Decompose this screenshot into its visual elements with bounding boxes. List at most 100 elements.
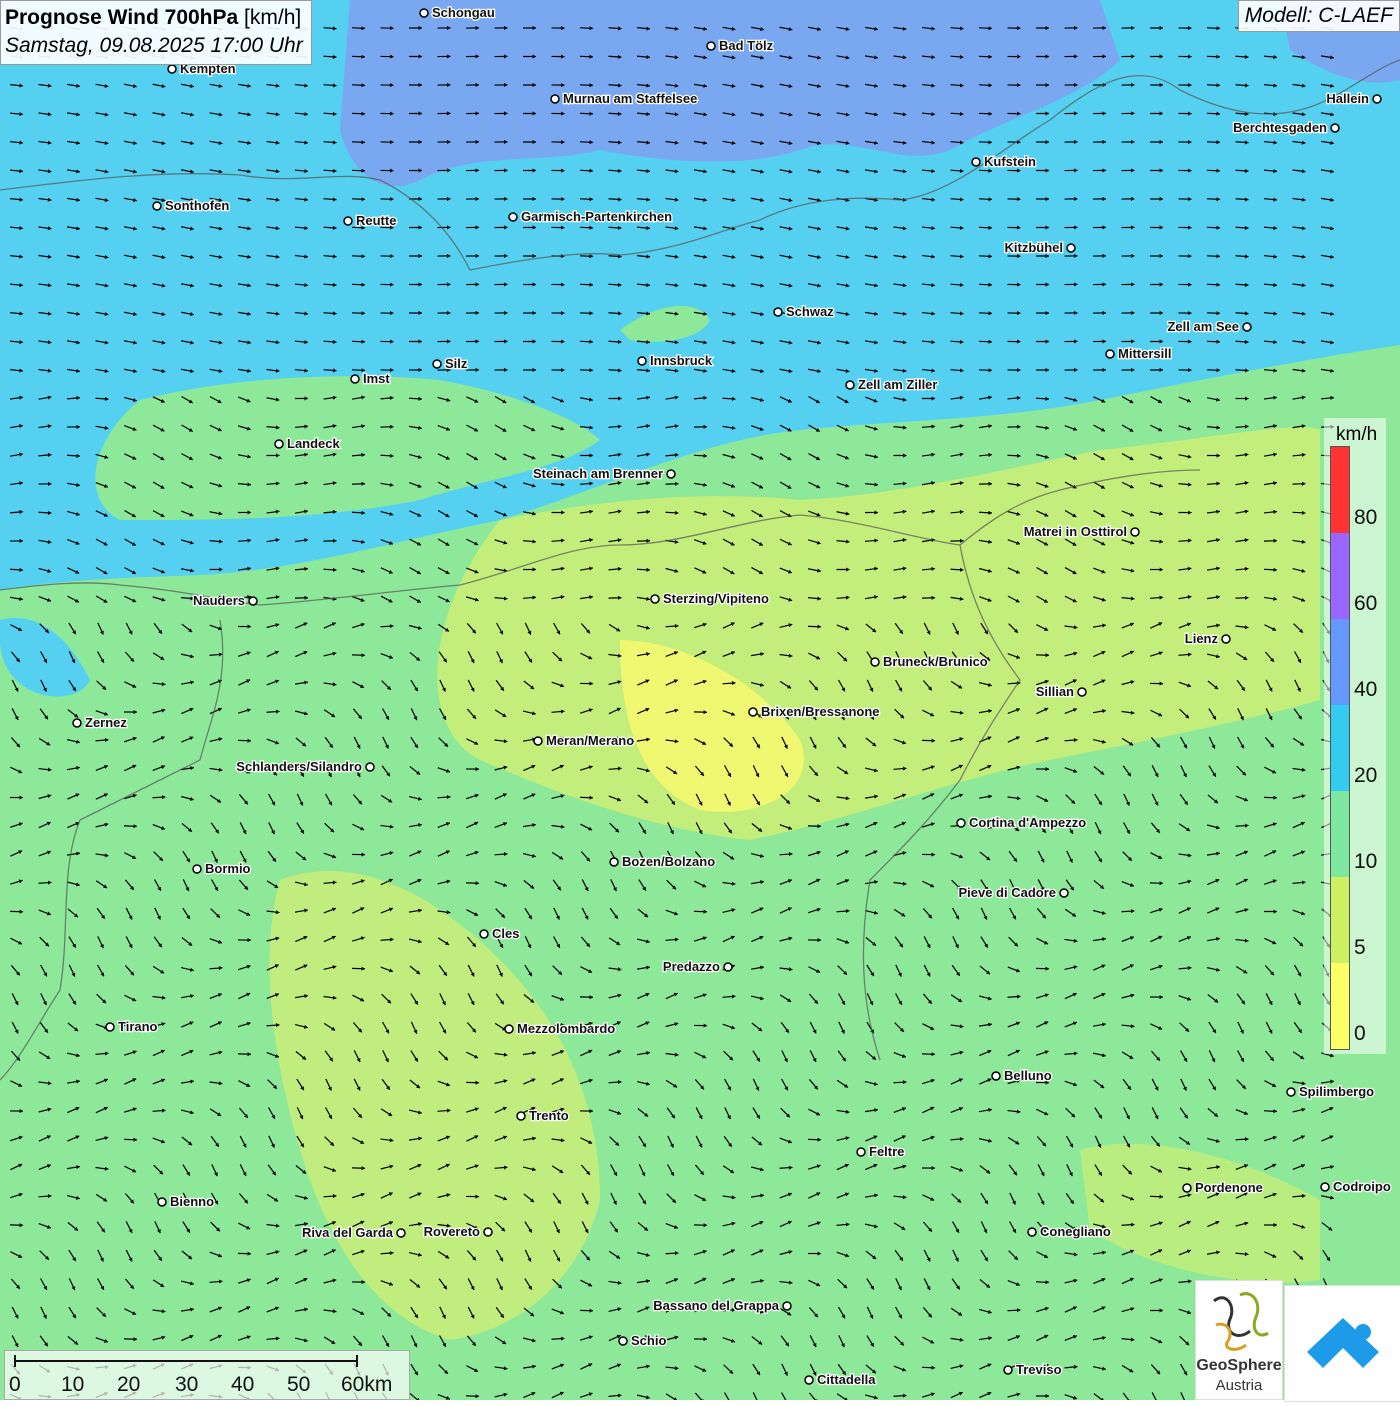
city-dot <box>846 381 854 389</box>
geosphere-name: GeoSphere <box>1196 1357 1282 1375</box>
city-label: Zernez <box>85 715 127 730</box>
city-dot <box>667 470 675 478</box>
city-marker: Bassano del Grappa <box>653 1298 791 1313</box>
city-label: Schio <box>631 1333 666 1348</box>
map-title-unit: [km/h] <box>238 6 301 29</box>
legend-segment <box>1331 877 1349 963</box>
city-dot <box>517 1112 525 1120</box>
legend-label: 60 <box>1354 592 1377 616</box>
city-label: Berchtesgaden <box>1233 120 1327 135</box>
city-dot <box>158 1198 166 1206</box>
city-dot <box>871 658 879 666</box>
city-label: Innsbruck <box>650 353 713 368</box>
city-dot <box>551 95 559 103</box>
city-label: Sonthofen <box>165 198 229 213</box>
city-dot <box>1028 1228 1036 1236</box>
city-label: Brixen/Bressanone <box>761 704 880 719</box>
city-dot <box>1222 635 1230 643</box>
city-marker: Cortina d'Ampezzo <box>957 815 1086 830</box>
city-dot <box>351 375 359 383</box>
city-marker: Murnau am Staffelsee <box>551 91 697 106</box>
city-dot <box>1060 889 1068 897</box>
city-marker: Bozen/Bolzano <box>610 854 715 869</box>
scale-label: 20 <box>117 1373 140 1397</box>
city-dot <box>344 217 352 225</box>
legend-color-bar <box>1330 446 1350 1050</box>
city-dot <box>1131 528 1139 536</box>
legend-segment <box>1331 963 1349 1049</box>
city-dot <box>749 708 757 716</box>
city-dot <box>857 1148 865 1156</box>
city-marker: Berchtesgaden <box>1233 120 1339 135</box>
city-dot <box>992 1072 1000 1080</box>
city-dot <box>774 308 782 316</box>
city-label: Bruneck/Brunico <box>883 654 988 669</box>
city-label: Schongau <box>432 5 495 20</box>
city-dot <box>1067 244 1075 252</box>
weather-app-logo[interactable] <box>1284 1285 1400 1402</box>
city-dot <box>724 963 732 971</box>
city-label: Garmisch-Partenkirchen <box>521 209 672 224</box>
scale-label: 40 <box>231 1373 254 1397</box>
city-marker: Brixen/Bressanone <box>749 704 880 719</box>
legend-segment <box>1331 619 1349 705</box>
city-label: Belluno <box>1004 1068 1052 1083</box>
scale-label: 0 <box>9 1373 21 1397</box>
city-marker: Mezzolombardo <box>505 1021 615 1036</box>
city-dot <box>638 357 646 365</box>
map-title-box: Prognose Wind 700hPa [km/h] Samstag, 09.… <box>0 0 312 65</box>
scale-bar-line <box>5 1351 409 1371</box>
city-label: Bormio <box>205 861 251 876</box>
color-legend: km/h 806040201050 <box>1324 418 1386 1054</box>
city-label: Kitzbühel <box>1005 240 1064 255</box>
city-dot <box>153 202 161 210</box>
city-marker: Innsbruck <box>638 353 713 368</box>
geosphere-logo[interactable]: GeoSphere Austria <box>1195 1280 1283 1400</box>
weather-app-logo-icon <box>1285 1286 1400 1401</box>
city-dot <box>509 213 517 221</box>
city-label: Murnau am Staffelsee <box>563 91 697 106</box>
legend-unit: km/h <box>1336 424 1377 446</box>
city-label: Meran/Merano <box>546 733 634 748</box>
city-dot <box>1331 124 1339 132</box>
city-dot <box>972 158 980 166</box>
city-label: Cortina d'Ampezzo <box>969 815 1086 830</box>
geosphere-logo-icon <box>1196 1281 1282 1357</box>
scale-bar: 0102030405060km <box>4 1350 410 1400</box>
city-label: Zell am Ziller <box>858 377 937 392</box>
city-marker: Sonthofen <box>153 198 229 213</box>
city-dot <box>480 930 488 938</box>
city-label: Steinach am Brenner <box>533 466 663 481</box>
legend-segment <box>1331 447 1349 533</box>
city-label: Cittadella <box>817 1372 876 1387</box>
city-marker: Pieve di Cadore <box>958 885 1068 900</box>
city-label: Bad Tölz <box>719 38 774 53</box>
city-dot <box>1287 1088 1295 1096</box>
city-dot <box>484 1228 492 1236</box>
city-dot <box>1243 323 1251 331</box>
city-label: Nauders <box>193 593 245 608</box>
legend-label: 10 <box>1354 850 1377 874</box>
city-label: Conegliano <box>1040 1224 1111 1239</box>
city-dot <box>1373 95 1381 103</box>
city-marker: Schlanders/Silandro <box>236 759 374 774</box>
legend-label: 0 <box>1354 1022 1366 1046</box>
city-label: Matrei in Osttirol <box>1024 524 1127 539</box>
legend-segment <box>1331 533 1349 619</box>
city-label: Pordenone <box>1195 1180 1263 1195</box>
city-marker: Zell am Ziller <box>846 377 937 392</box>
city-dot <box>505 1025 513 1033</box>
city-label: Hallein <box>1326 91 1369 106</box>
city-label: Landeck <box>287 436 341 451</box>
city-dot <box>1106 350 1114 358</box>
city-marker: Garmisch-Partenkirchen <box>509 209 672 224</box>
city-dot <box>610 858 618 866</box>
city-marker: Schongau <box>420 5 495 20</box>
city-marker: Spilimbergo <box>1287 1084 1374 1099</box>
city-dot <box>805 1376 813 1384</box>
city-label: Bozen/Bolzano <box>622 854 715 869</box>
city-label: Zell am See <box>1167 319 1239 334</box>
city-label: Kufstein <box>984 154 1036 169</box>
city-dot <box>707 42 715 50</box>
city-label: Spilimbergo <box>1299 1084 1374 1099</box>
